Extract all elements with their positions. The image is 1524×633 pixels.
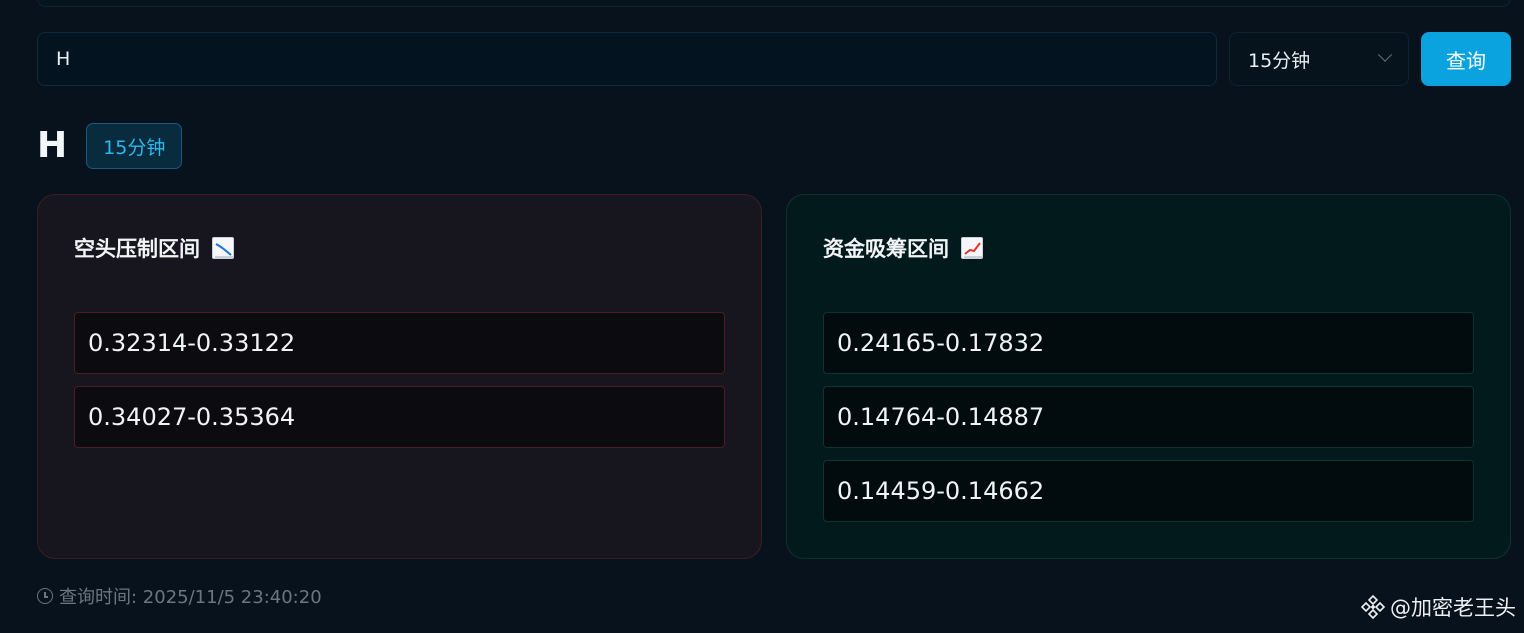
bull-card-title: 资金吸筹区间: [823, 233, 983, 263]
search-bar: 15分钟 查询: [37, 32, 1511, 86]
bull-zone-item: 0.14459-0.14662: [823, 460, 1474, 522]
chart-decreasing-icon: [212, 237, 234, 259]
chevron-down-icon: [1377, 47, 1393, 62]
interval-select[interactable]: 15分钟: [1229, 32, 1409, 86]
bear-card-title-text: 空头压制区间: [74, 237, 200, 261]
bull-accumulation-card: 资金吸筹区间 0.24165-0.17832 0.14764-0.14887 0…: [786, 194, 1511, 559]
query-time: 查询时间: 2025/11/5 23:40:20: [37, 583, 322, 609]
clock-icon: [37, 588, 53, 604]
query-button[interactable]: 查询: [1421, 32, 1511, 86]
bear-zone-item: 0.34027-0.35364: [74, 386, 725, 448]
symbol-search-input[interactable]: [37, 32, 1217, 86]
symbol-title: H: [37, 125, 68, 166]
bull-card-title-text: 资金吸筹区间: [823, 237, 949, 261]
binance-logo-icon: [1360, 594, 1386, 620]
result-header: H 15分钟: [37, 123, 183, 169]
bear-card-title: 空头压制区间: [74, 233, 234, 263]
watermark-text: @加密老王头: [1390, 596, 1516, 620]
interval-select-value: 15分钟: [1248, 49, 1311, 72]
bull-zone-item: 0.14764-0.14887: [823, 386, 1474, 448]
bear-pressure-card: 空头压制区间 0.32314-0.33122 0.34027-0.35364: [37, 194, 762, 559]
bull-zone-item: 0.24165-0.17832: [823, 312, 1474, 374]
interval-badge: 15分钟: [86, 123, 183, 169]
bear-zone-item: 0.32314-0.33122: [74, 312, 725, 374]
top-panel-edge: [37, 0, 1511, 7]
bear-zone-list: 0.32314-0.33122 0.34027-0.35364: [74, 312, 725, 448]
chart-increasing-icon: [961, 237, 983, 259]
query-time-text: 查询时间: 2025/11/5 23:40:20: [59, 587, 322, 608]
watermark: @加密老王头: [1360, 592, 1516, 622]
bull-zone-list: 0.24165-0.17832 0.14764-0.14887 0.14459-…: [823, 312, 1474, 522]
